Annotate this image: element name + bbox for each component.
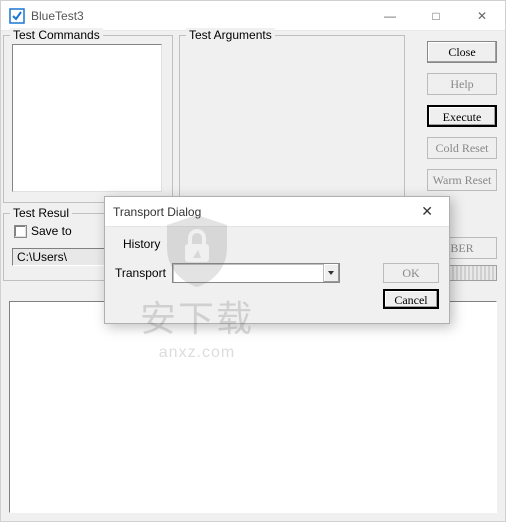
ok-button[interactable]: OK bbox=[383, 263, 439, 283]
transport-combobox[interactable] bbox=[172, 263, 340, 283]
titlebar: BlueTest3 — □ ✕ bbox=[1, 1, 505, 31]
transport-dialog: Transport Dialog ✕ History Transport OK … bbox=[104, 196, 450, 324]
maximize-button[interactable]: □ bbox=[413, 1, 459, 30]
side-buttons: Close Help Execute Cold Reset Warm Reset bbox=[427, 41, 497, 191]
dialog-titlebar: Transport Dialog ✕ bbox=[105, 197, 449, 227]
app-icon bbox=[9, 8, 25, 24]
chevron-down-icon[interactable] bbox=[323, 264, 339, 282]
dialog-buttons: OK Cancel bbox=[383, 263, 439, 309]
close-button[interactable]: Close bbox=[427, 41, 497, 63]
history-label: History bbox=[123, 237, 439, 251]
minimize-button[interactable]: — bbox=[367, 1, 413, 30]
dialog-title: Transport Dialog bbox=[113, 205, 413, 219]
execute-button[interactable]: Execute bbox=[427, 105, 497, 127]
path-text: C:\Users\ bbox=[17, 250, 67, 264]
test-arguments-label: Test Arguments bbox=[186, 28, 275, 42]
output-panel[interactable] bbox=[9, 301, 497, 513]
warm-reset-button[interactable]: Warm Reset bbox=[427, 169, 497, 191]
window-buttons: — □ ✕ bbox=[367, 1, 505, 30]
test-commands-group: Test Commands bbox=[3, 35, 173, 203]
dialog-close-button[interactable]: ✕ bbox=[413, 201, 441, 222]
checkbox-box bbox=[14, 225, 27, 238]
transport-label: Transport bbox=[115, 266, 166, 280]
test-commands-label: Test Commands bbox=[10, 28, 103, 42]
dialog-body: History Transport OK Cancel bbox=[105, 227, 449, 289]
help-button[interactable]: Help bbox=[427, 73, 497, 95]
close-window-button[interactable]: ✕ bbox=[459, 1, 505, 30]
save-to-label: Save to bbox=[31, 224, 72, 238]
test-commands-list[interactable] bbox=[12, 44, 162, 192]
test-results-label: Test Resul bbox=[10, 206, 72, 220]
cancel-button[interactable]: Cancel bbox=[383, 289, 439, 309]
window-title: BlueTest3 bbox=[31, 9, 367, 23]
save-to-checkbox[interactable]: Save to bbox=[14, 224, 72, 238]
test-arguments-group: Test Arguments bbox=[179, 35, 405, 203]
cold-reset-button[interactable]: Cold Reset bbox=[427, 137, 497, 159]
